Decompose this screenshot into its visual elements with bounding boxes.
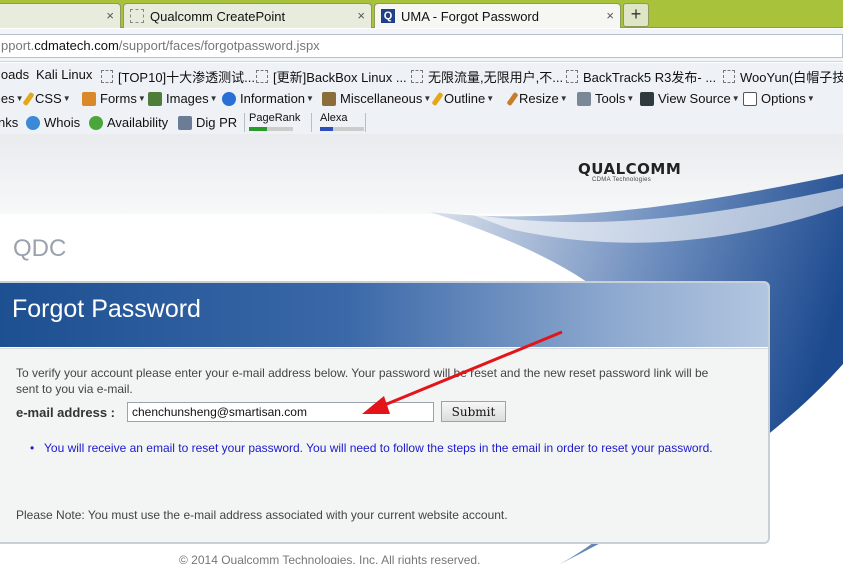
menu-miscellaneous[interactable]: Miscellaneous ▼ — [322, 91, 431, 106]
menu-whois[interactable]: Whois — [26, 115, 80, 130]
tab-forgot-password[interactable]: Q UMA - Forgot Password × — [374, 3, 621, 28]
chevron-down-icon: ▼ — [62, 94, 71, 103]
alexa-meter — [320, 127, 364, 131]
bookmark-downloads[interactable]: loads — [0, 67, 29, 82]
url-path: /support/faces/forgotpassword.jspx — [118, 38, 320, 53]
seo-toolbar: nks Whois Availability Dig PR PageRank A… — [0, 111, 843, 135]
toolbox-icon — [322, 91, 336, 106]
menu-information[interactable]: Information ▼ — [222, 91, 314, 106]
notice-text: You will receive an email to reset your … — [44, 441, 713, 455]
chevron-down-icon: ▼ — [626, 94, 635, 103]
chevron-down-icon: ▼ — [209, 94, 218, 103]
reset-notice: • You will receive an email to reset you… — [30, 440, 734, 456]
chevron-down-icon: ▼ — [306, 94, 314, 103]
separator — [244, 113, 245, 132]
bookmark-wooyun[interactable]: WooYun(白帽子技 — [723, 67, 843, 86]
menu-forms[interactable]: Forms ▼ — [82, 91, 146, 106]
new-tab-button[interactable]: + — [623, 3, 649, 27]
close-tab-icon[interactable]: × — [357, 8, 365, 23]
bookmark-backbox[interactable]: [更新]BackBox Linux ... — [256, 67, 407, 86]
separator — [311, 113, 312, 132]
menu-links[interactable]: nks — [0, 115, 18, 130]
menu-resize[interactable]: Resize ▼ — [506, 91, 568, 106]
monitor-icon — [640, 91, 654, 106]
page-icon — [411, 70, 423, 83]
alexa-widget[interactable]: Alexa — [320, 112, 364, 131]
qualcomm-logo: QUALCOMM CDMA Technologies — [578, 160, 681, 183]
submit-button[interactable]: Submit — [441, 401, 506, 422]
bookmark-unlimited[interactable]: 无限流量,无限用户,不... — [411, 67, 563, 86]
close-tab-icon[interactable]: × — [606, 8, 614, 23]
menu-css[interactable]: CSS ▼ — [22, 91, 71, 106]
qualcomm-favicon-icon: Q — [381, 9, 395, 23]
developer-toolbar: ies▼ CSS▼ Forms▼ Images▼ Information▼ Mi… — [0, 87, 843, 111]
bookmark-backtrack5[interactable]: BackTrack5 R3发布- ... — [566, 67, 716, 86]
chevron-down-icon: ▼ — [423, 94, 432, 103]
intro-text: To verify your account please enter your… — [16, 366, 709, 396]
page-icon — [256, 70, 268, 83]
menu-tools[interactable]: Tools ▼ — [577, 91, 634, 106]
site-label: QDC — [13, 235, 67, 262]
email-field[interactable] — [127, 402, 434, 422]
globe-icon — [26, 115, 40, 130]
page-title: Forgot Password — [12, 295, 201, 323]
bullet-icon: • — [30, 441, 35, 455]
tab-unnamed[interactable]: × — [0, 3, 121, 28]
panel-header: Forgot Password — [0, 283, 768, 347]
pagerank-widget[interactable]: PageRank — [249, 112, 300, 131]
menu-outline[interactable]: Outline ▼ — [431, 91, 495, 106]
copyright-footer: © 2014 Qualcomm Technologies, Inc. All r… — [179, 553, 481, 564]
bookmark-top10[interactable]: [TOP10]十大渗透测试... — [101, 67, 255, 86]
forgot-password-panel: Forgot Password To verify your account p… — [0, 281, 770, 544]
page-icon — [566, 70, 578, 83]
network-icon — [178, 115, 192, 130]
tab-label: UMA - Forgot Password — [401, 8, 539, 24]
separator — [365, 113, 366, 132]
chevron-down-icon: ▼ — [806, 94, 815, 103]
menu-dig-pr[interactable]: Dig PR — [178, 115, 237, 130]
web-page: QUALCOMM CDMA Technologies QDC Forgot Pa… — [0, 134, 843, 564]
email-label: e-mail address : — [16, 405, 115, 420]
close-tab-icon[interactable]: × — [106, 8, 114, 23]
options-icon — [743, 91, 757, 106]
pencil-icon — [431, 91, 444, 106]
chevron-down-icon: ▼ — [731, 94, 740, 103]
search-icon — [89, 115, 103, 130]
panel-body: To verify your account please enter your… — [0, 348, 768, 542]
page-icon — [101, 70, 113, 83]
pagerank-meter — [249, 127, 293, 131]
menu-view-source[interactable]: View Source ▼ — [640, 91, 740, 106]
menu-images[interactable]: Images ▼ — [148, 91, 218, 106]
wrench-icon — [577, 91, 591, 106]
address-bar: pport.cdmatech.com/support/faces/forgotp… — [0, 29, 843, 62]
image-icon — [148, 91, 162, 106]
logo-wordmark: QUALCOMM — [578, 160, 682, 178]
url-prefix: pport. — [1, 38, 35, 53]
pencil-icon — [22, 91, 35, 106]
tab-label: Qualcomm CreatePoint — [150, 8, 286, 24]
menu-cookies[interactable]: ies▼ — [0, 91, 24, 106]
tab-strip: × Qualcomm CreatePoint × Q UMA - Forgot … — [0, 0, 843, 28]
account-note: Please Note: You must use the e-mail add… — [16, 508, 508, 522]
clipboard-icon — [82, 91, 96, 106]
bookmark-kali-linux[interactable]: Kali Linux — [36, 67, 92, 82]
url-domain: cdmatech.com — [34, 38, 119, 53]
tab-qualcomm-createpoint[interactable]: Qualcomm CreatePoint × — [123, 3, 372, 28]
chevron-down-icon: ▼ — [559, 94, 568, 103]
info-icon — [222, 91, 236, 106]
bookmarks-bar: loads Kali Linux [TOP10]十大渗透测试... [更新]Ba… — [0, 63, 843, 87]
url-input[interactable]: pport.cdmatech.com/support/faces/forgotp… — [0, 34, 843, 58]
ruler-icon — [506, 91, 519, 106]
page-icon — [130, 9, 144, 23]
chevron-down-icon: ▼ — [486, 94, 495, 103]
chevron-down-icon: ▼ — [137, 94, 146, 103]
page-icon — [723, 70, 735, 83]
menu-availability[interactable]: Availability — [89, 115, 168, 130]
menu-options[interactable]: Options ▼ — [743, 91, 815, 106]
